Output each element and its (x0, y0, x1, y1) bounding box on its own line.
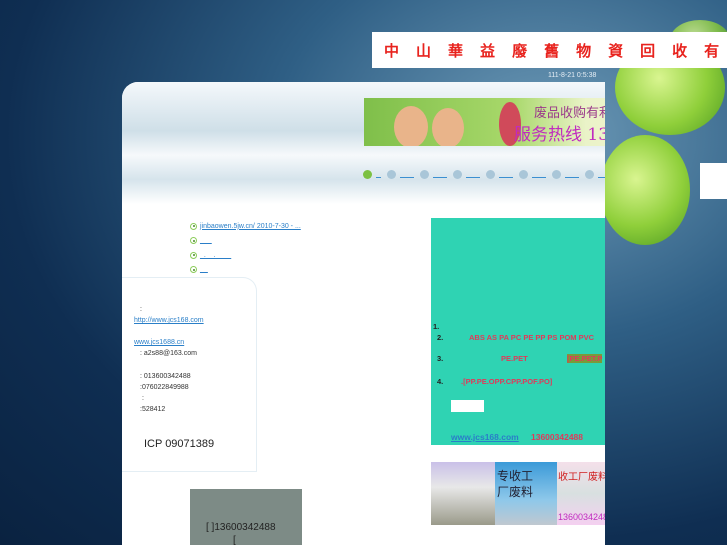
slide-dot-7[interactable] (552, 170, 561, 179)
bullet-icon (190, 237, 197, 245)
side-box (700, 163, 727, 199)
slide-dot-1[interactable] (363, 170, 372, 179)
email: : a2s88@163.com (140, 350, 197, 357)
phone: : 013600342488 (140, 373, 191, 380)
news-link[interactable]: jinbaowen.5jw.cn/ 2010-7-30 - ... (200, 223, 301, 230)
services-panel: 1. 2. ABS AS PA PC PE PP PS POM PVC 3. P… (431, 218, 605, 445)
marquee-char: 回 (640, 41, 656, 60)
slide-dot-5[interactable] (486, 170, 495, 179)
list-item[interactable]: _.__.____ (190, 248, 301, 263)
site-link[interactable]: www.jcs168.com (451, 432, 519, 442)
hotline-box: [ ]13600342488 [ (190, 489, 302, 545)
label: : (140, 306, 142, 313)
slide-link[interactable] (499, 170, 513, 178)
hotline-phone: [ ]13600342488 (206, 522, 276, 533)
label: : (142, 395, 144, 402)
bullet-icon (190, 251, 197, 259)
list-item[interactable]: jinbaowen.5jw.cn/ 2010-7-30 - ... (190, 219, 301, 234)
slide-link[interactable] (400, 170, 414, 178)
bullet-icon (190, 266, 197, 274)
pet-item-highlight: [PE.PET.P (567, 354, 603, 363)
slide-dot-6[interactable] (519, 170, 528, 179)
slide-link[interactable] (433, 170, 447, 178)
zip: :528412 (140, 406, 166, 413)
news-link[interactable]: _.__.____ (200, 252, 231, 259)
contact-box: : http://www.jcs168.com www.jcs1688.cn :… (122, 277, 257, 472)
slide-link[interactable] (565, 170, 579, 178)
item-number: 4. (437, 377, 444, 386)
marquee-char: 舊 (544, 41, 560, 60)
marquee-char: 物 (576, 41, 592, 60)
slide-link[interactable] (376, 170, 381, 178)
pet-item: PE.PET (501, 354, 528, 363)
slide-dot-4[interactable] (453, 170, 462, 179)
leaf-decoration (600, 135, 690, 245)
company-name-marquee: 中山華益廢舊物資回收有 (372, 32, 727, 68)
marquee-char: 資 (608, 41, 624, 60)
plastics-list: ABS AS PA PC PE PP PS POM PVC (469, 333, 595, 342)
slide-dot-8[interactable] (585, 170, 594, 179)
slide-dot-2[interactable] (387, 170, 396, 179)
label: [ (233, 535, 236, 545)
photo-caption: 收工厂废料 (558, 472, 605, 483)
phone: 13600342488 (531, 432, 584, 442)
marquee-char: 有 (704, 41, 720, 60)
slide-link[interactable] (466, 170, 480, 178)
marquee-char: 山 (416, 41, 432, 60)
banner-slogan: 废品收购有利环境保护 (534, 106, 605, 121)
marquee-char: 華 (448, 41, 464, 60)
item-number: 3. (437, 354, 444, 363)
news-link[interactable]: __ (200, 266, 208, 273)
news-list: jinbaowen.5jw.cn/ 2010-7-30 - ... ___ _.… (190, 219, 301, 277)
datetime: 111-8-21 0:5:38 (548, 72, 597, 79)
photo-phone: 13600342488 (558, 512, 605, 522)
item-number: 2. (437, 333, 444, 342)
slide-link[interactable] (598, 170, 605, 178)
marquee-char: 中 (384, 41, 400, 60)
photo-caption: 专收工厂废料 (497, 469, 534, 499)
list-item[interactable]: ___ (190, 234, 301, 249)
main-panel: 废品收购有利环境保护 服务热线 13600342488 大量回收 jinbaow… (122, 82, 605, 545)
icp-number: ICP 09071389 (144, 438, 215, 450)
marquee-char: 廢 (512, 41, 528, 60)
bullet-icon (190, 222, 197, 230)
website-link-2[interactable]: www.jcs1688.cn (134, 339, 184, 346)
list-item[interactable]: __ (190, 263, 301, 278)
item-number: 1. (433, 322, 440, 331)
website-link[interactable]: http://www.jcs168.com (134, 317, 204, 324)
fax: :076022849988 (140, 384, 189, 391)
slide-link[interactable] (532, 170, 546, 178)
banner-image: 废品收购有利环境保护 服务热线 13600342488 大量回收 (364, 98, 605, 146)
photo-strip: 专收工厂废料 收工厂废料 13600342488 (431, 462, 605, 525)
slide-dot-3[interactable] (420, 170, 429, 179)
slide-pager[interactable] (363, 170, 605, 179)
marquee-char: 收 (672, 41, 688, 60)
marquee-char: 益 (480, 41, 496, 60)
film-list: .[PP.PE.OPP.CPP.POF.PO] (461, 377, 553, 386)
news-link[interactable]: ___ (200, 237, 212, 244)
banner-hotline: 服务热线 13600342488 大量回收 (514, 125, 605, 145)
